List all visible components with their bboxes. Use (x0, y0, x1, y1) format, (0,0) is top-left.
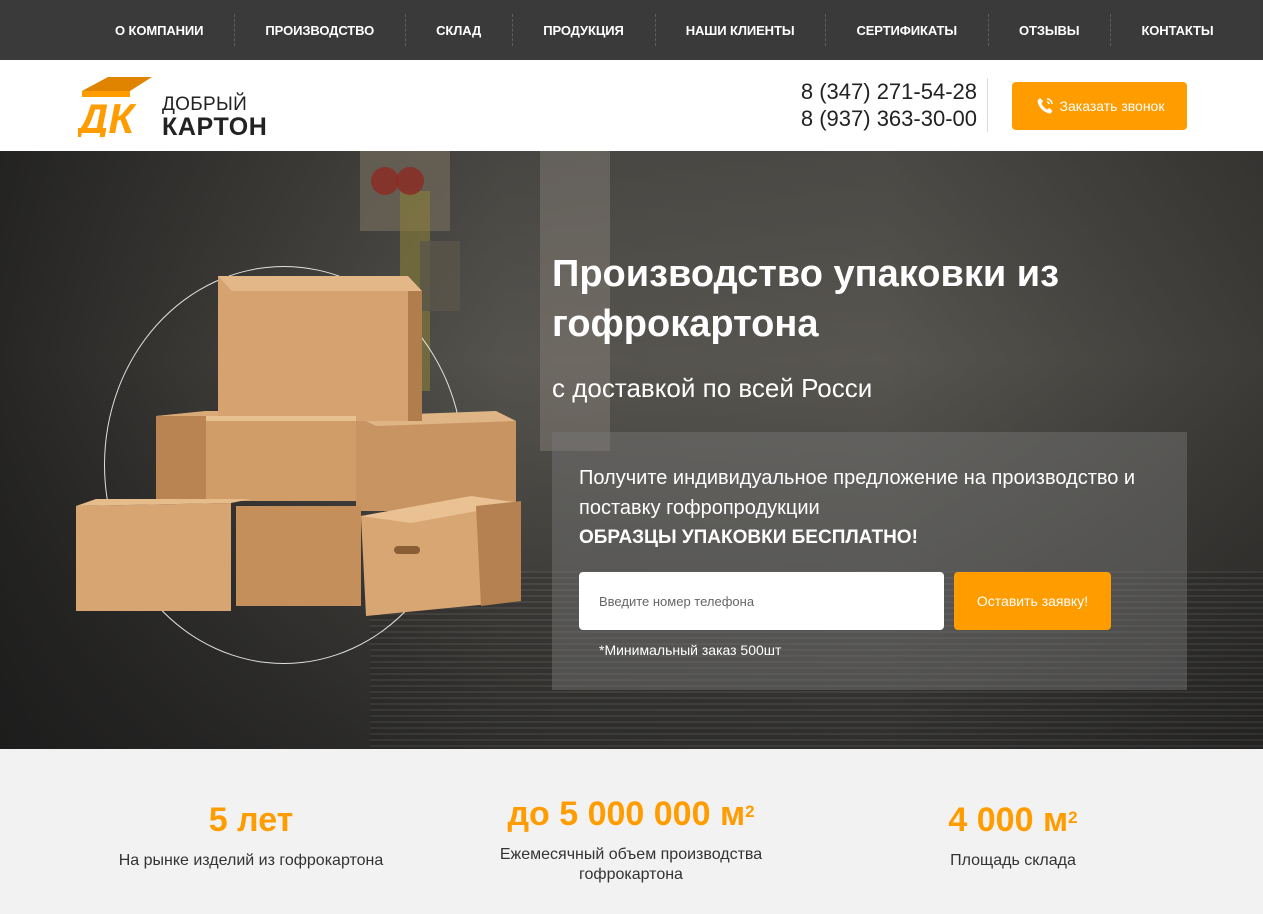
logo[interactable]: ДК ДОБРЫЙ КАРТОН (78, 75, 278, 140)
stat-value: 4 000 м2 (948, 801, 1078, 839)
stat-label: Площадь склада (950, 852, 1076, 869)
offer-highlight: ОБРАЗЦЫ УПАКОВКИ БЕСПЛАТНО! (579, 527, 918, 548)
nav-link-products[interactable]: ПРОДУКЦИЯ (543, 23, 624, 38)
nav-item-contacts: КОНТАКТЫ (1110, 0, 1244, 60)
request-call-label: Заказать звонок (1059, 98, 1165, 114)
nav-item-warehouse: СКЛАД (405, 0, 512, 60)
nav-link-clients[interactable]: НАШИ КЛИЕНТЫ (686, 23, 795, 38)
logo-line-2: КАРТОН (162, 113, 268, 141)
request-call-button[interactable]: Заказать звонок (1012, 82, 1187, 130)
logo-text: ДОБРЫЙ КАРТОН (162, 95, 267, 140)
hero-subtitle: с доставкой по всей Росси (552, 373, 873, 403)
offer-description: Получите индивидуальное предложение на п… (579, 467, 1136, 519)
offer-text: Получите индивидуальное предложение на п… (579, 463, 1179, 553)
svg-text:ДК: ДК (78, 95, 137, 137)
stats-section: 5 лет На рынке изделий из гофрокартона д… (0, 749, 1263, 914)
nav-item-products: ПРОДУКЦИЯ (512, 0, 655, 60)
nav-menu: О КОМПАНИИ ПРОИЗВОДСТВО СКЛАД ПРОДУКЦИЯ … (84, 0, 1245, 60)
phone-input[interactable] (579, 572, 944, 630)
nav-item-clients: НАШИ КЛИЕНТЫ (654, 0, 826, 60)
nav-item-about: О КОМПАНИИ (84, 0, 234, 60)
phone-icon (1037, 98, 1053, 114)
hero-section: Производство упаковки из гофрокартона с … (0, 151, 1263, 749)
stat-years: 5 лет На рынке изделий из гофрокартона (100, 795, 402, 871)
stat-volume: до 5 000 000 м2 Ежемесячный объем произв… (480, 789, 782, 885)
submit-request-button[interactable]: Оставить заявку! (954, 572, 1111, 630)
nav-link-production[interactable]: ПРОИЗВОДСТВО (265, 23, 374, 38)
stat-label: На рынке изделий из гофрокартона (118, 852, 384, 869)
top-nav: О КОМПАНИИ ПРОИЗВОДСТВО СКЛАД ПРОДУКЦИЯ … (0, 0, 1263, 60)
stat-value: 5 лет (208, 801, 294, 839)
nav-link-reviews[interactable]: ОТЗЫВЫ (1019, 23, 1080, 38)
stat-label: Ежемесячный объем производства гофрокарт… (499, 846, 763, 883)
stat-area: 4 000 м2 Площадь склада (862, 795, 1164, 871)
cardboard-boxes-image (76, 276, 521, 616)
phone-number-2[interactable]: 8 (937) 363-30-00 (801, 105, 977, 132)
nav-item-production: ПРОИЗВОДСТВО (234, 0, 405, 60)
nav-link-warehouse[interactable]: СКЛАД (436, 23, 481, 38)
logo-line-1: ДОБРЫЙ (162, 94, 248, 115)
minimum-order-note: *Минимальный заказ 500шт (599, 642, 782, 658)
site-header: ДК ДОБРЫЙ КАРТОН 8 (347) 271-54-28 8 (93… (0, 60, 1263, 151)
offer-form-panel: Получите индивидуальное предложение на п… (552, 432, 1187, 690)
nav-item-certificates: СЕРТИФИКАТЫ (825, 0, 988, 60)
nav-link-contacts[interactable]: КОНТАКТЫ (1141, 23, 1213, 38)
nav-item-reviews: ОТЗЫВЫ (987, 0, 1110, 60)
nav-link-about[interactable]: О КОМПАНИИ (115, 23, 204, 38)
logo-box-icon: ДК (78, 77, 152, 137)
phone-number-1[interactable]: 8 (347) 271-54-28 (801, 78, 977, 105)
nav-link-certificates[interactable]: СЕРТИФИКАТЫ (856, 23, 957, 38)
phone-numbers: 8 (347) 271-54-28 8 (937) 363-30-00 (801, 78, 988, 132)
stat-value: до 5 000 000 м2 (507, 795, 755, 833)
hero-title: Производство упаковки из гофрокартона (552, 253, 1060, 345)
